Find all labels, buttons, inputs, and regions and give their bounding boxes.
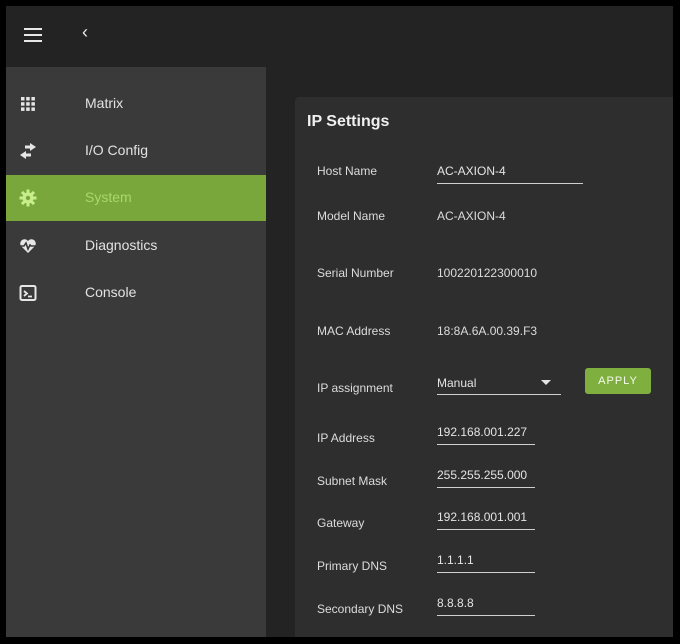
caret-down-icon	[541, 380, 551, 385]
gateway-field[interactable]: 192.168.001.001	[437, 510, 535, 530]
sidebar: Matrix I/O Config System Diagnostics Con…	[6, 67, 266, 637]
model-name-value: AC-AXION-4	[437, 209, 506, 223]
ip-address-field[interactable]: 192.168.001.227	[437, 425, 535, 445]
sidebar-item-io-config[interactable]: I/O Config	[6, 128, 266, 174]
sidebar-item-system[interactable]: System	[6, 175, 266, 221]
primary-dns-field[interactable]: 1.1.1.1	[437, 553, 535, 573]
sidebar-item-matrix[interactable]: Matrix	[6, 81, 266, 127]
sidebar-item-console[interactable]: Console	[6, 270, 266, 316]
secondary-dns-label: Secondary DNS	[317, 602, 404, 616]
gateway-label: Gateway	[317, 516, 365, 530]
gear-icon	[19, 189, 37, 207]
grid-icon	[21, 97, 35, 111]
card-title: IP Settings	[307, 113, 390, 130]
app-window: ‹ Matrix I/O Config System Diagnostics C…	[6, 6, 673, 637]
mac-address-value: 18:8A.6A.00.39.F3	[437, 324, 538, 338]
ip-assignment-label: IP assignment	[317, 381, 393, 395]
sidebar-item-label: Matrix	[85, 95, 124, 111]
subnet-mask-label: Subnet Mask	[317, 474, 388, 488]
swap-arrows-icon	[20, 143, 36, 159]
ip-assignment-select[interactable]: Manual	[437, 372, 561, 395]
heartbeat-icon	[20, 239, 36, 253]
mac-address-label: MAC Address	[317, 324, 391, 338]
model-name-label: Model Name	[317, 209, 386, 223]
top-bar: ‹	[6, 6, 673, 67]
serial-number-value: 100220122300010	[437, 266, 538, 280]
sidebar-item-diagnostics[interactable]: Diagnostics	[6, 223, 266, 269]
host-name-field[interactable]: AC-AXION-4	[437, 164, 583, 184]
apply-button[interactable]: APPLY	[585, 368, 651, 394]
host-name-label: Host Name	[317, 164, 378, 178]
sidebar-item-label: System	[85, 189, 132, 205]
hamburger-icon[interactable]	[24, 28, 42, 42]
main-content: IP Settings Host Name AC-AXION-4 Model N…	[266, 67, 673, 637]
chevron-left-icon[interactable]: ‹	[82, 22, 88, 43]
primary-dns-label: Primary DNS	[317, 559, 388, 573]
sidebar-item-label: Console	[85, 284, 137, 300]
ip-settings-card: IP Settings Host Name AC-AXION-4 Model N…	[295, 97, 673, 637]
ip-address-label: IP Address	[317, 431, 375, 445]
sidebar-item-label: Diagnostics	[85, 237, 158, 253]
terminal-icon	[19, 285, 37, 301]
serial-number-label: Serial Number	[317, 266, 394, 280]
subnet-mask-field[interactable]: 255.255.255.000	[437, 468, 535, 488]
secondary-dns-field[interactable]: 8.8.8.8	[437, 596, 535, 616]
sidebar-item-label: I/O Config	[85, 142, 149, 158]
ip-assignment-value: Manual	[437, 376, 477, 390]
